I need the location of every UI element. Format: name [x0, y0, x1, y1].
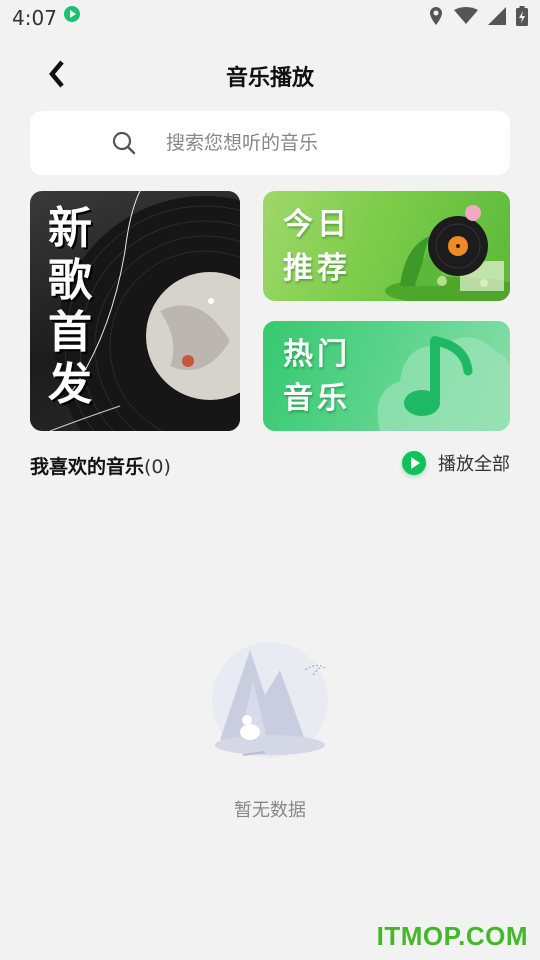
today-recommend-line: 推荐 [283, 251, 351, 286]
today-recommend-line: 今日 [283, 207, 351, 242]
new-songs-label: 新 歌 首 发 [48, 203, 98, 411]
empty-state-illustration-icon [212, 642, 328, 758]
play-circle-icon [402, 451, 426, 475]
favorites-title-text: 我喜欢的音乐 [30, 456, 145, 478]
plants-vinyl-art-icon [385, 205, 510, 301]
hot-music-line: 音乐 [283, 381, 351, 416]
hot-music-label: 热门 音乐 [283, 333, 351, 421]
new-songs-char: 首 [48, 307, 94, 358]
app-play-icon [64, 6, 80, 22]
signal-icon [488, 7, 506, 25]
page-title: 音乐播放 [225, 66, 314, 91]
hot-music-card[interactable]: 热门 音乐 [263, 321, 510, 431]
status-icons [428, 6, 528, 26]
new-songs-char: 歌 [48, 255, 94, 306]
search-icon [112, 131, 136, 155]
today-recommend-card[interactable]: 今日 推荐 [263, 191, 510, 301]
search-box[interactable] [30, 111, 510, 175]
header: 音乐播放 [0, 44, 540, 104]
play-all-button[interactable]: 播放全部 [402, 450, 510, 476]
today-recommend-label: 今日 推荐 [283, 203, 351, 291]
new-songs-char: 发 [48, 359, 94, 410]
favorites-count: (0) [144, 456, 171, 478]
favorites-title: 我喜欢的音乐(0) [30, 452, 171, 479]
empty-state-message: 暂无数据 [234, 800, 306, 821]
play-all-label: 播放全部 [438, 454, 510, 475]
hot-music-line: 热门 [283, 337, 351, 372]
location-icon [430, 7, 442, 25]
watermark: ITMOP.COM [376, 921, 528, 951]
wifi-icon [454, 7, 478, 24]
status-bar: 4:07 [0, 0, 540, 36]
battery-icon [516, 6, 528, 26]
new-songs-char: 新 [48, 203, 94, 254]
music-note-cloud-icon [377, 336, 510, 431]
new-songs-card[interactable]: 新 歌 首 发 [30, 191, 240, 431]
search-input[interactable] [166, 129, 496, 157]
status-time: 4:07 [12, 6, 57, 30]
